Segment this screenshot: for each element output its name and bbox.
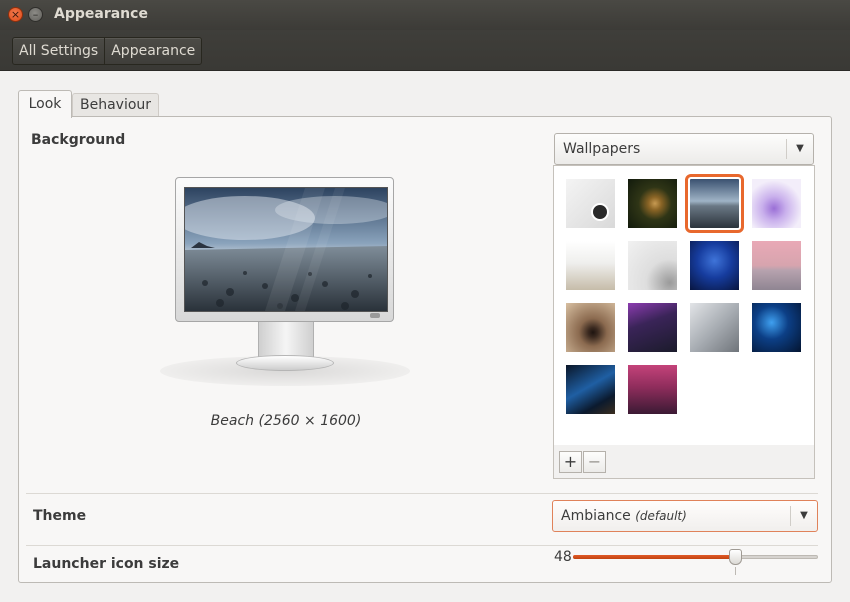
wallpaper-caption: Beach (2560 × 1600) [210, 413, 362, 429]
wallpaper-thumb[interactable] [690, 303, 739, 352]
breadcrumb: All Settings Appearance [12, 37, 203, 65]
theme-label: Theme [33, 508, 87, 524]
title-bar: × – Appearance [0, 0, 850, 30]
background-label: Background [31, 132, 126, 148]
wallpaper-thumb[interactable] [566, 241, 615, 290]
tab-look[interactable]: Look [18, 90, 72, 118]
breadcrumb-all-settings[interactable]: All Settings [13, 38, 104, 64]
chevron-down-icon: ▼ [790, 506, 817, 526]
wallpaper-thumb[interactable] [752, 241, 801, 290]
breadcrumb-appearance[interactable]: Appearance [104, 38, 201, 64]
minimize-button[interactable]: – [28, 7, 43, 22]
wallpaper-grid [553, 165, 815, 446]
tab-behaviour[interactable]: Behaviour [72, 93, 160, 118]
wallpaper-thumb[interactable] [566, 303, 615, 352]
toolbar: All Settings Appearance [0, 30, 850, 71]
dot-icon [591, 203, 609, 221]
minimize-icon: – [32, 8, 39, 21]
theme-default-tag: (default) [635, 509, 687, 523]
window-title: Appearance [54, 6, 148, 22]
chevron-down-icon: ▼ [786, 139, 813, 159]
launcher-icon-size-fill [573, 555, 735, 559]
close-button[interactable]: × [8, 7, 23, 22]
wallpaper-thumb[interactable] [566, 179, 615, 228]
monitor-foot [236, 355, 334, 371]
wallpaper-thumb-selected[interactable] [685, 174, 744, 233]
launcher-icon-size-tick [735, 567, 736, 575]
close-icon: × [10, 8, 21, 21]
launcher-icon-size-label: Launcher icon size [33, 556, 180, 572]
remove-wallpaper-button[interactable]: − [583, 451, 606, 473]
wallpaper-thumb[interactable] [752, 179, 801, 228]
wallpaper-thumb[interactable] [566, 365, 615, 414]
monitor-preview [175, 177, 394, 322]
theme-value: Ambiance (default) [561, 501, 687, 531]
divider [26, 545, 818, 546]
wallpaper-thumb[interactable] [628, 365, 677, 414]
theme-name: Ambiance [561, 508, 631, 524]
wallpaper-preview [184, 187, 388, 312]
theme-dropdown[interactable]: Ambiance (default) ▼ [552, 500, 818, 532]
wallpaper-thumb[interactable] [628, 241, 677, 290]
background-source-value: Wallpapers [563, 141, 641, 157]
divider [26, 493, 818, 494]
monitor-neck [258, 321, 314, 359]
launcher-icon-size-slider-handle[interactable] [729, 549, 742, 565]
monitor-power-led [370, 313, 380, 318]
background-source-dropdown[interactable]: Wallpapers ▼ [554, 133, 814, 165]
add-wallpaper-button[interactable]: + [559, 451, 582, 473]
wallpaper-thumb[interactable] [752, 303, 801, 352]
wallpaper-thumb[interactable] [628, 179, 677, 228]
wallpaper-thumb[interactable] [628, 303, 677, 352]
wallpaper-thumb[interactable] [690, 241, 739, 290]
launcher-icon-size-value: 48 [554, 549, 572, 565]
